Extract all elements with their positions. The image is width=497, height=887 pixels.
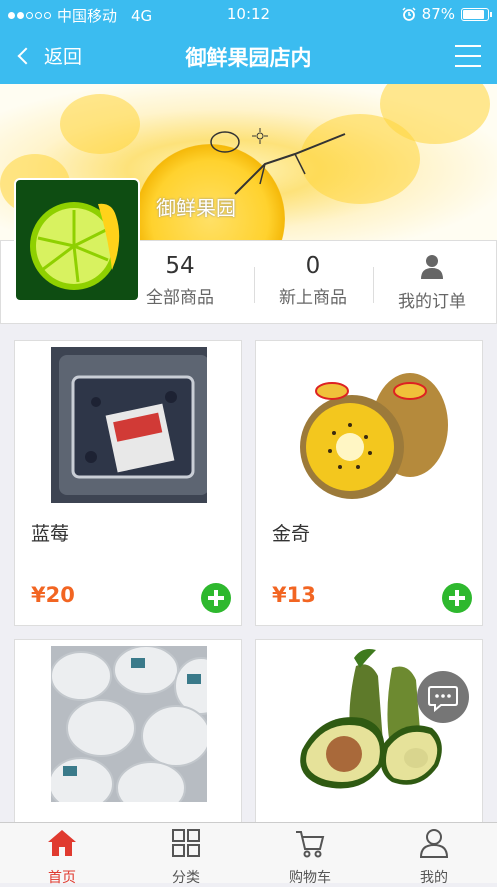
tab-label: 分类	[172, 870, 200, 886]
user-icon	[419, 829, 449, 858]
tab-cart[interactable]: 购物车	[248, 827, 372, 887]
battery-percent: 87%	[421, 5, 455, 23]
add-to-cart-button[interactable]	[442, 583, 472, 613]
tab-mine[interactable]: 我的	[372, 827, 496, 887]
product-card[interactable]	[14, 639, 242, 839]
shop-logo	[14, 178, 140, 302]
product-image	[292, 347, 448, 503]
product-image	[292, 646, 448, 802]
product-card[interactable]	[255, 639, 483, 839]
tab-category[interactable]: 分类	[124, 827, 248, 887]
product-image	[51, 646, 207, 802]
product-card[interactable]: 金奇 ¥13	[255, 340, 483, 626]
tab-home[interactable]: 首页	[0, 827, 124, 887]
page-title: 御鲜果园店内	[185, 46, 312, 70]
home-icon	[48, 830, 76, 856]
battery-icon	[461, 7, 492, 21]
my-orders-stat[interactable]: 我的订单	[373, 253, 491, 312]
chat-bubble-icon	[428, 686, 458, 713]
person-icon	[421, 255, 443, 279]
product-name: 金奇	[272, 523, 311, 545]
new-products-label: 新上商品	[279, 288, 347, 308]
cart-icon	[296, 831, 325, 858]
product-card[interactable]: 蓝莓 ¥20	[14, 340, 242, 626]
tab-label: 我的	[420, 870, 448, 886]
product-price: ¥13	[272, 583, 316, 607]
add-to-cart-button[interactable]	[201, 583, 231, 613]
new-products-count: 0	[305, 253, 321, 279]
my-orders-label: 我的订单	[398, 292, 466, 312]
product-price: ¥20	[31, 583, 75, 607]
product-name: 蓝莓	[31, 523, 70, 545]
alarm-icon	[402, 7, 416, 21]
tab-bar: 首页 分类 购物车 我的	[0, 822, 497, 886]
product-image	[51, 347, 207, 503]
status-bar: 中国移动 4G 10:12 87%	[0, 0, 497, 28]
tab-label: 购物车	[289, 870, 331, 886]
menu-icon[interactable]	[455, 45, 481, 67]
nav-bar: 返回 御鲜果园店内	[0, 28, 497, 84]
shop-name: 御鲜果园	[156, 196, 236, 220]
tab-label: 首页	[48, 870, 76, 886]
chat-button[interactable]	[417, 671, 469, 723]
new-products-stat[interactable]: 0 新上商品	[254, 253, 372, 308]
grid-icon	[172, 829, 200, 857]
